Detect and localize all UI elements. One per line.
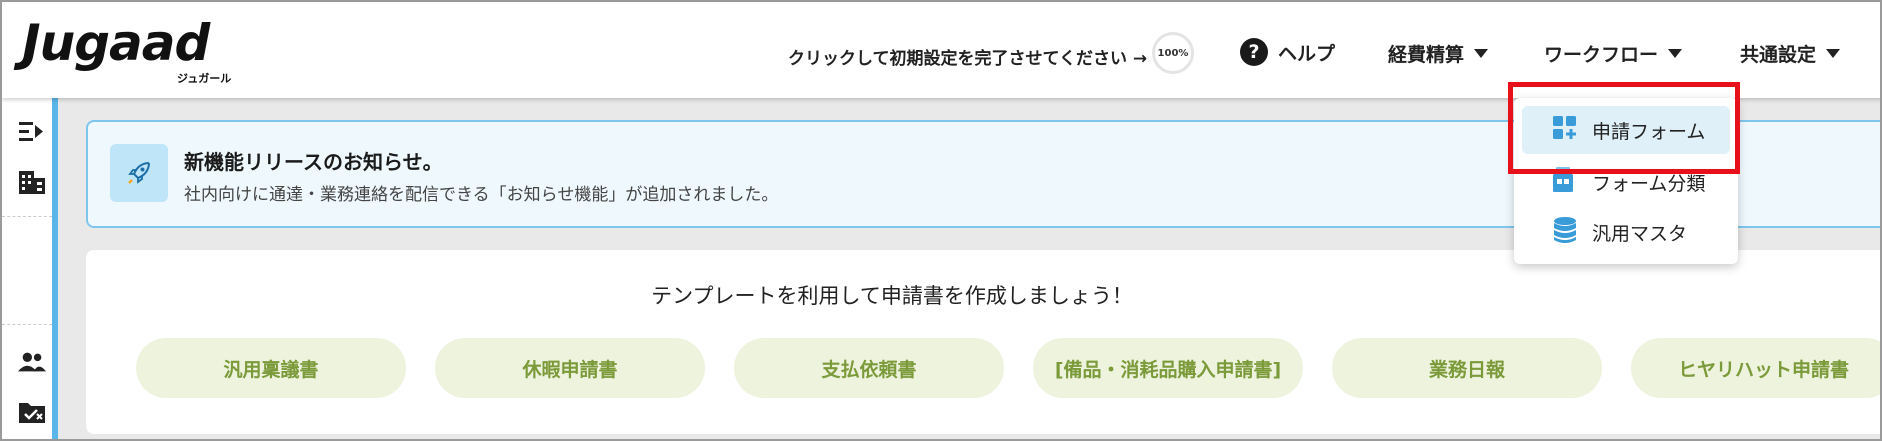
template-button[interactable]: 業務日報 bbox=[1332, 338, 1602, 398]
help-question-icon: ? bbox=[1240, 38, 1268, 66]
menu-common-settings-label: 共通設定 bbox=[1740, 44, 1817, 66]
caret-down-icon bbox=[1668, 49, 1683, 58]
help-label: ヘルプ bbox=[1278, 42, 1336, 65]
left-sidebar bbox=[2, 98, 58, 439]
dropdown-item-application-form[interactable]: 申請フォーム bbox=[1522, 106, 1730, 154]
form-category-icon bbox=[1552, 166, 1578, 199]
menu-expense-label: 経費精算 bbox=[1388, 44, 1465, 66]
template-button[interactable]: 汎用稟議書 bbox=[136, 338, 406, 398]
template-heading: テンプレートを利用して申請書を作成しましょう！ bbox=[651, 284, 1133, 308]
workflow-dropdown-menu: 申請フォーム フォーム分類 汎用マスタ bbox=[1514, 98, 1738, 264]
notice-title: 新機能リリースのお知らせ。 bbox=[184, 150, 443, 174]
menu-common-settings[interactable]: 共通設定 bbox=[1740, 40, 1841, 67]
caret-down-icon bbox=[1826, 49, 1841, 58]
logo-wordmark: Jugaad bbox=[22, 14, 210, 72]
template-button[interactable]: [備品・消耗品購入申請書] bbox=[1033, 338, 1303, 398]
sidebar-divider bbox=[2, 324, 52, 325]
template-button[interactable]: ヒヤリハット申請書 bbox=[1631, 338, 1880, 398]
dropdown-item-label: 汎用マスタ bbox=[1592, 222, 1688, 245]
grid-plus-icon bbox=[1552, 115, 1578, 146]
folder-check-icon[interactable] bbox=[18, 398, 46, 426]
top-header: Jugaad ジュガール クリックして初期設定を完了させてください → 100%… bbox=[2, 2, 1880, 98]
expand-menu-icon[interactable] bbox=[18, 118, 46, 146]
jugaad-logo[interactable]: Jugaad ジュガール bbox=[22, 14, 231, 85]
app-window: Jugaad ジュガール クリックして初期設定を完了させてください → 100%… bbox=[0, 0, 1882, 441]
dropdown-item-form-category[interactable]: フォーム分類 bbox=[1522, 158, 1730, 206]
template-button[interactable]: 休暇申請書 bbox=[435, 338, 705, 398]
notice-body: 社内向けに通達・業務連絡を配信できる「お知らせ機能」が追加されました。 bbox=[184, 185, 779, 205]
caret-down-icon bbox=[1474, 49, 1489, 58]
rocket-icon bbox=[110, 144, 168, 202]
database-icon bbox=[1552, 216, 1578, 249]
dropdown-item-general-master[interactable]: 汎用マスタ bbox=[1522, 208, 1730, 256]
setup-prompt-link[interactable]: クリックして初期設定を完了させてください → bbox=[788, 44, 1147, 69]
sidebar-divider bbox=[2, 216, 52, 217]
setup-progress-indicator[interactable]: 100% bbox=[1152, 32, 1194, 74]
menu-expense[interactable]: 経費精算 bbox=[1388, 40, 1489, 67]
template-card: テンプレートを利用して申請書を作成しましょう！ 汎用稟議書 休暇申請書 支払依頼… bbox=[86, 250, 1880, 434]
users-icon[interactable] bbox=[18, 348, 46, 376]
dropdown-item-label: 申請フォーム bbox=[1592, 120, 1706, 143]
template-button[interactable]: 支払依頼書 bbox=[734, 338, 1004, 398]
dropdown-item-label: フォーム分類 bbox=[1592, 172, 1706, 195]
help-link[interactable]: ? ヘルプ bbox=[1240, 38, 1335, 66]
menu-workflow[interactable]: ワークフロー bbox=[1544, 40, 1683, 67]
building-icon[interactable] bbox=[18, 168, 46, 196]
logo-subtitle: ジュガール bbox=[177, 72, 232, 85]
menu-workflow-label: ワークフロー bbox=[1544, 44, 1659, 66]
